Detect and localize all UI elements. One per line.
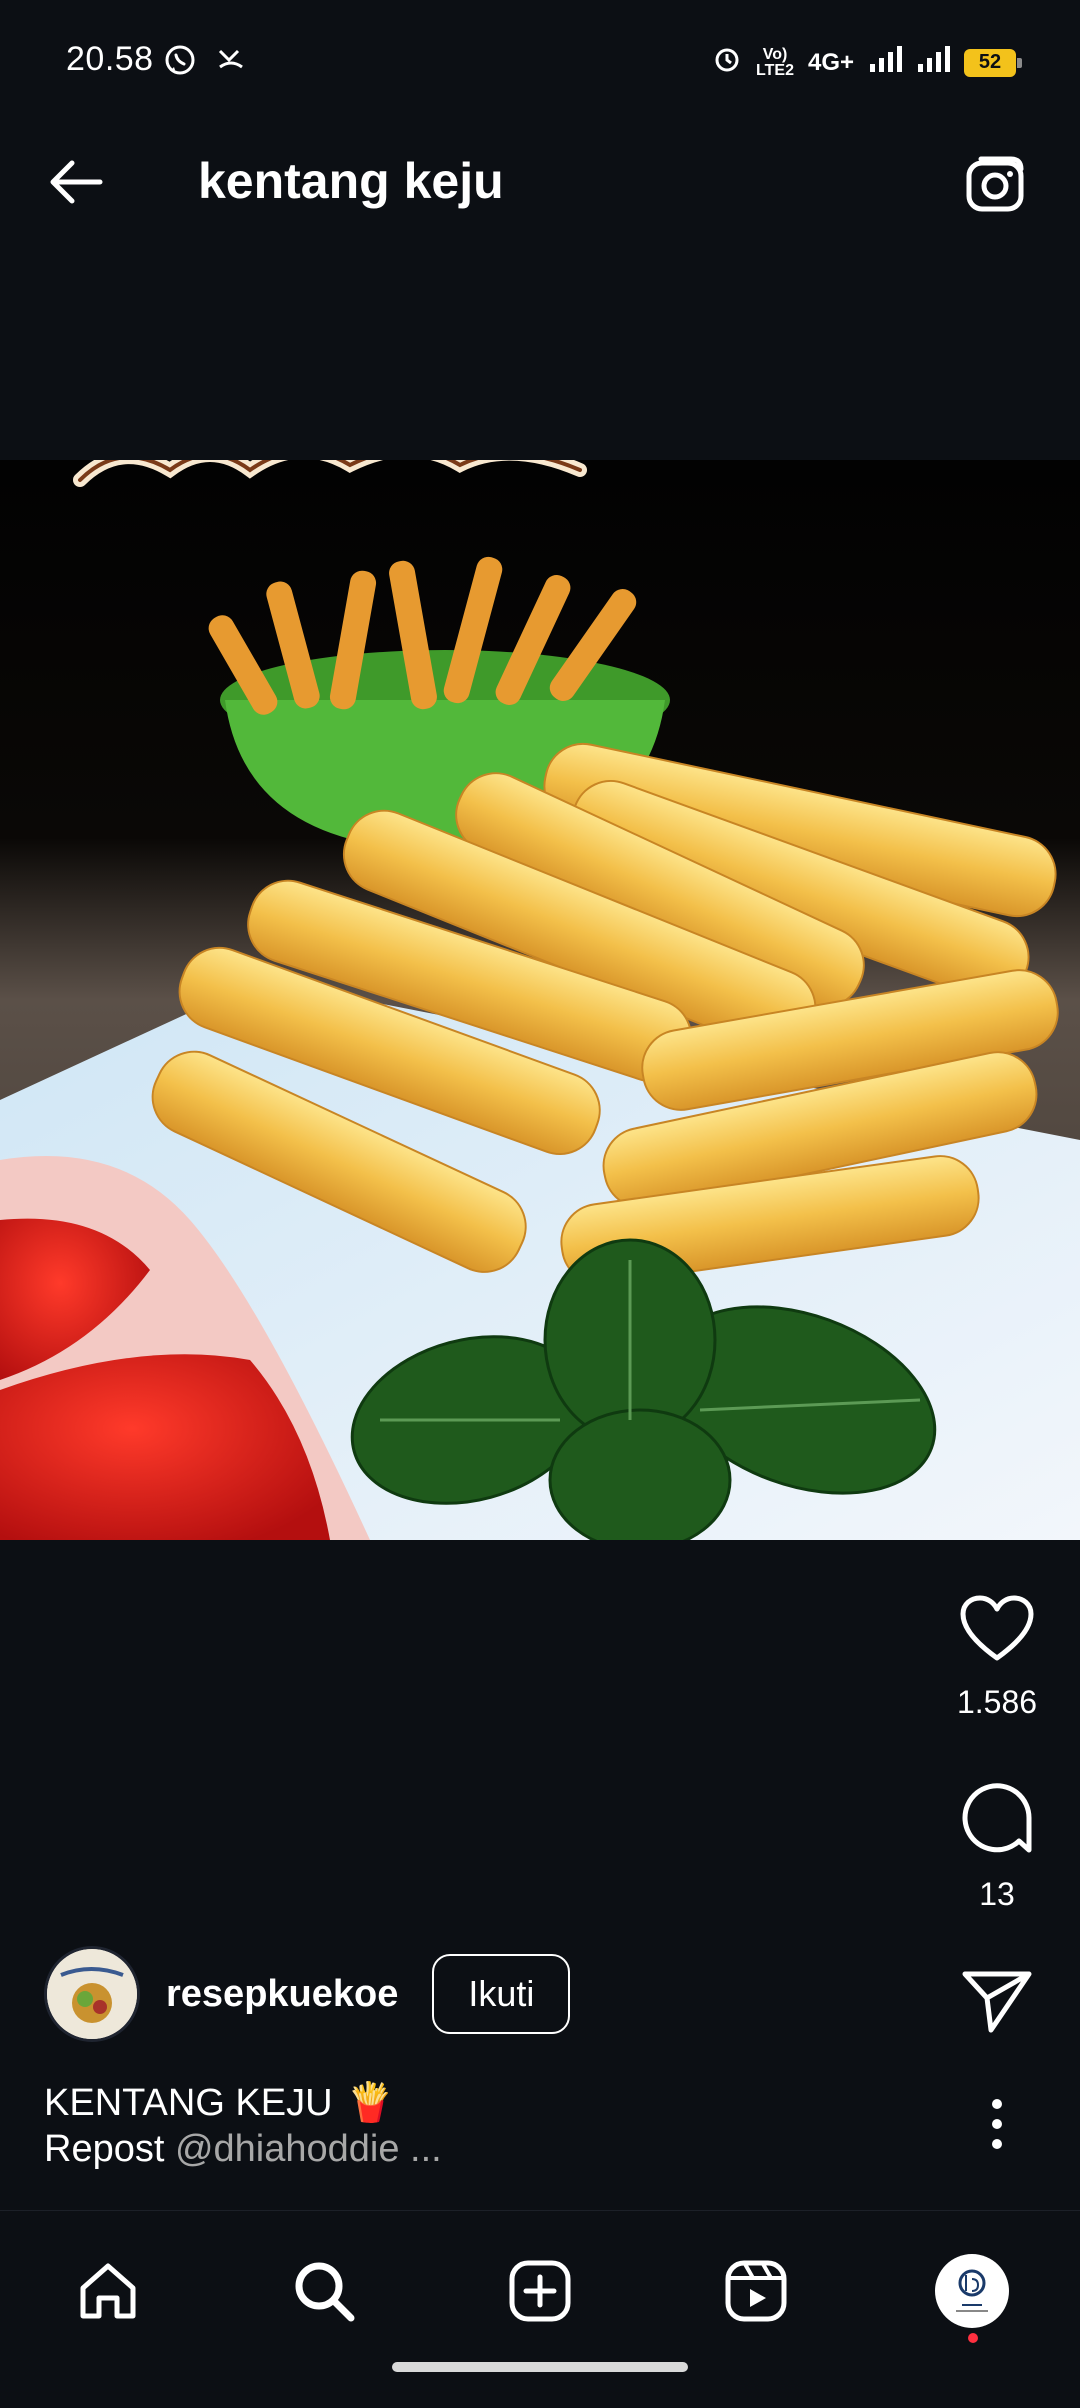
nav-create[interactable] xyxy=(492,2243,588,2339)
profile-avatar xyxy=(935,2254,1009,2328)
search-icon xyxy=(295,2262,355,2322)
home-icon xyxy=(80,2263,136,2319)
more-options-button[interactable] xyxy=(927,2096,1067,2152)
arrow-left-icon xyxy=(50,160,103,204)
more-vertical-icon xyxy=(992,2099,1002,2149)
caption-mention[interactable]: @dhiahoddie ... xyxy=(175,2128,442,2170)
nav-search[interactable] xyxy=(276,2243,372,2339)
signal-icon xyxy=(868,44,902,81)
comment-icon xyxy=(962,1783,1032,1853)
nav-profile[interactable] xyxy=(924,2243,1020,2343)
heart-icon xyxy=(960,1595,1034,1661)
volte-icon: Vo) LTE2 xyxy=(756,45,794,79)
reels-icon xyxy=(725,2260,787,2322)
status-left-icons xyxy=(164,44,246,81)
missed-call-icon xyxy=(216,45,246,80)
page-title: kentang keju xyxy=(198,153,504,209)
comment-count: 13 xyxy=(979,1876,1015,1912)
post-caption[interactable]: KENTANG KEJU 🍟 Repost @dhiahoddie ... xyxy=(44,2080,864,2172)
camera-icon xyxy=(966,156,1024,212)
caption-line-2: Repost @dhiahoddie ... xyxy=(44,2126,864,2172)
follow-button[interactable]: Ikuti xyxy=(432,1954,571,2034)
author-avatar[interactable] xyxy=(44,1946,140,2042)
add-post-icon xyxy=(509,2260,571,2322)
whatsapp-icon xyxy=(164,44,196,81)
fries-emoji-icon: 🍟 xyxy=(346,2082,394,2124)
caption-repost-label: Repost xyxy=(44,2128,165,2170)
post-image[interactable] xyxy=(0,460,1080,1540)
home-indicator[interactable] xyxy=(392,2362,688,2372)
battery-icon: 52 xyxy=(964,48,1022,77)
notification-dot xyxy=(968,2333,978,2343)
bottom-nav xyxy=(0,2210,1080,2408)
status-bar: 20.58 Vo) LTE2 4G+ 52 xyxy=(0,0,1080,100)
nav-reels[interactable] xyxy=(708,2243,804,2339)
author-username[interactable]: resepkuekoe xyxy=(166,1973,398,2016)
like-count: 1.586 xyxy=(956,1684,1038,1720)
like-button[interactable]: 1.586 xyxy=(927,1594,1067,1721)
media-top-spacer xyxy=(0,262,1080,460)
send-icon xyxy=(962,1971,1032,2033)
signal-icon xyxy=(916,44,950,81)
network-type-label: 4G+ xyxy=(807,48,854,76)
alarm-icon xyxy=(712,44,742,81)
caption-title-line: KENTANG KEJU 🍟 xyxy=(44,2080,864,2126)
header: kentang keju xyxy=(0,100,1080,262)
share-button[interactable] xyxy=(927,1968,1067,2034)
author-row: resepkuekoe Ikuti xyxy=(44,1942,571,2046)
battery-level: 52 xyxy=(978,51,1002,73)
back-button[interactable] xyxy=(40,146,112,218)
nav-home[interactable] xyxy=(60,2243,156,2339)
caption-title: KENTANG KEJU xyxy=(44,2082,333,2124)
status-time: 20.58 xyxy=(66,40,154,78)
status-right-icons: Vo) LTE2 4G+ 52 xyxy=(712,44,1022,81)
comment-button[interactable]: 13 xyxy=(927,1780,1067,1913)
camera-button[interactable] xyxy=(956,144,1036,224)
